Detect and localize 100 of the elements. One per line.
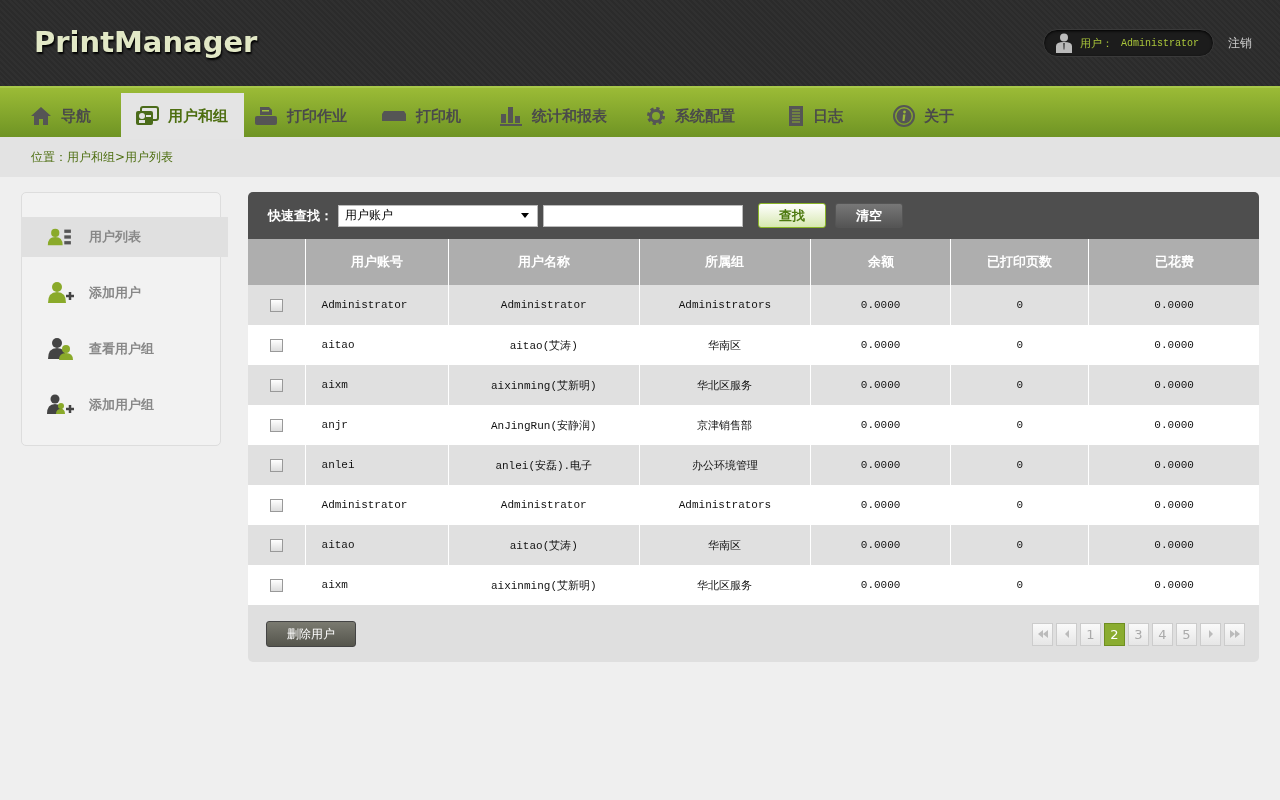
bar-chart-icon xyxy=(499,106,523,126)
table-cell: 0 xyxy=(1016,339,1023,351)
table-cell: 0.0000 xyxy=(860,419,901,431)
right-arrow-icon xyxy=(1208,630,1213,638)
user-icon xyxy=(1056,33,1072,53)
nav-tab[interactable]: 打印机 xyxy=(371,93,489,139)
nav-tab[interactable]: 用户和组 xyxy=(121,93,244,139)
user-group-icon xyxy=(47,337,75,361)
table-cell: 华南区 xyxy=(708,539,742,552)
column-header: 已花费 xyxy=(1088,239,1259,285)
sidebar-item[interactable]: 查看用户组 xyxy=(21,329,228,369)
table-cell: 京津销售部 xyxy=(697,419,753,432)
nav-tab[interactable]: 导航 xyxy=(20,93,121,139)
dropdown-arrow-icon xyxy=(521,213,529,218)
search-field-dropdown[interactable]: 用户账户 xyxy=(338,204,538,227)
last-page-button[interactable] xyxy=(1224,622,1245,646)
table-cell: 办公环境管理 xyxy=(691,459,758,472)
table-cell: aitao xyxy=(321,539,355,551)
user-label: 用户： xyxy=(1080,35,1113,51)
table-cell: 0 xyxy=(1016,499,1023,511)
house-icon xyxy=(30,106,52,126)
table-cell: 0.0000 xyxy=(860,499,901,511)
table-cell: Administrator xyxy=(321,299,408,311)
row-checkbox[interactable] xyxy=(269,538,283,552)
table-cell: Administrators xyxy=(678,299,772,311)
nav-tab[interactable]: 系统配置 xyxy=(636,93,778,139)
search-button[interactable]: 查找 xyxy=(758,203,826,228)
sidebar-item[interactable]: 添加用户 xyxy=(21,273,228,313)
table-cell: aitao(艾涛) xyxy=(509,339,578,352)
nav-tab[interactable]: 日志 xyxy=(778,93,883,139)
table-cell: aixm xyxy=(321,579,348,591)
logout-link[interactable]: 注销 xyxy=(1228,34,1252,52)
info-icon xyxy=(893,105,915,127)
settings-icon xyxy=(646,106,666,126)
sidebar-item[interactable]: 添加用户组 xyxy=(21,385,228,425)
table-cell: 华北区服务 xyxy=(697,379,753,392)
breadcrumb: 位置：用户和组>用户列表 xyxy=(31,148,174,166)
app-logo: PrintManager xyxy=(34,25,258,59)
table-cell: Administrator xyxy=(321,499,408,511)
table-cell: 0.0000 xyxy=(1154,579,1194,591)
column-header: 用户账号 xyxy=(305,239,449,285)
table-cell: 0.0000 xyxy=(1154,299,1194,311)
delete-button[interactable]: 删除用户 xyxy=(266,621,356,647)
table-cell: 0.0000 xyxy=(1154,339,1194,351)
page-button[interactable]: 5 xyxy=(1176,622,1197,646)
table-cell: aixinming(艾新明) xyxy=(490,579,597,592)
table-cell: 0.0000 xyxy=(860,539,901,551)
column-header: 用户名称 xyxy=(448,239,640,285)
double-right-arrow-icon xyxy=(1229,630,1240,638)
table-cell: Administrator xyxy=(500,499,587,511)
page-button[interactable]: 3 xyxy=(1128,622,1149,646)
page-button[interactable]: 2 xyxy=(1104,622,1125,646)
nav-tab[interactable]: 关于 xyxy=(883,93,973,139)
row-checkbox[interactable] xyxy=(269,578,283,592)
nav-tab[interactable]: 打印作业 xyxy=(244,93,371,139)
table-cell: 0.0000 xyxy=(1154,419,1194,431)
search-input[interactable] xyxy=(543,204,743,227)
table-cell: 0.0000 xyxy=(860,379,901,391)
row-checkbox[interactable] xyxy=(269,338,283,352)
table-cell: 0 xyxy=(1016,419,1023,431)
next-page-button[interactable] xyxy=(1200,622,1221,646)
table-cell: anlei xyxy=(321,459,355,471)
nav-tab[interactable]: 统计和报表 xyxy=(489,93,636,139)
user-name: Administrator xyxy=(1121,37,1199,49)
table-cell: 0.0000 xyxy=(1154,499,1194,511)
clear-button[interactable]: 清空 xyxy=(835,203,903,228)
page-button[interactable]: 4 xyxy=(1152,622,1173,646)
row-checkbox[interactable] xyxy=(269,378,283,392)
table-cell: 华北区服务 xyxy=(697,579,753,592)
row-checkbox[interactable] xyxy=(269,298,283,312)
table-cell: 0.0000 xyxy=(860,579,901,591)
table-cell: AnJingRun(安静润) xyxy=(490,419,597,432)
sidebar-item[interactable]: 用户列表 xyxy=(21,217,228,257)
left-arrow-icon xyxy=(1064,630,1069,638)
column-header: 余额 xyxy=(810,239,951,285)
row-checkbox[interactable] xyxy=(269,418,283,432)
double-left-arrow-icon xyxy=(1037,630,1048,638)
table-cell: 0.0000 xyxy=(1154,379,1194,391)
table-cell: 0 xyxy=(1016,459,1023,471)
table-cell: 0 xyxy=(1016,539,1023,551)
table-cell: 0.0000 xyxy=(860,459,901,471)
table-cell: 0.0000 xyxy=(1154,539,1194,551)
previous-page-button[interactable] xyxy=(1056,622,1077,646)
table-cell: aitao(艾涛) xyxy=(509,539,578,552)
add-user-icon xyxy=(47,281,75,305)
add-group-icon xyxy=(47,394,75,416)
page-button[interactable]: 1 xyxy=(1080,622,1101,646)
document-icon xyxy=(788,105,804,127)
column-header: 已打印页数 xyxy=(950,239,1089,285)
table-cell: 0.0000 xyxy=(860,299,901,311)
table-cell: 华南区 xyxy=(708,339,742,352)
table-cell: aitao xyxy=(321,339,355,351)
table-cell: 0 xyxy=(1016,579,1023,591)
row-checkbox[interactable] xyxy=(269,498,283,512)
first-page-button[interactable] xyxy=(1032,622,1053,646)
id-card-icon xyxy=(135,106,159,126)
table-cell: aixm xyxy=(321,379,348,391)
row-checkbox[interactable] xyxy=(269,458,283,472)
table-cell: anjr xyxy=(321,419,348,431)
table-cell: 0 xyxy=(1016,379,1023,391)
